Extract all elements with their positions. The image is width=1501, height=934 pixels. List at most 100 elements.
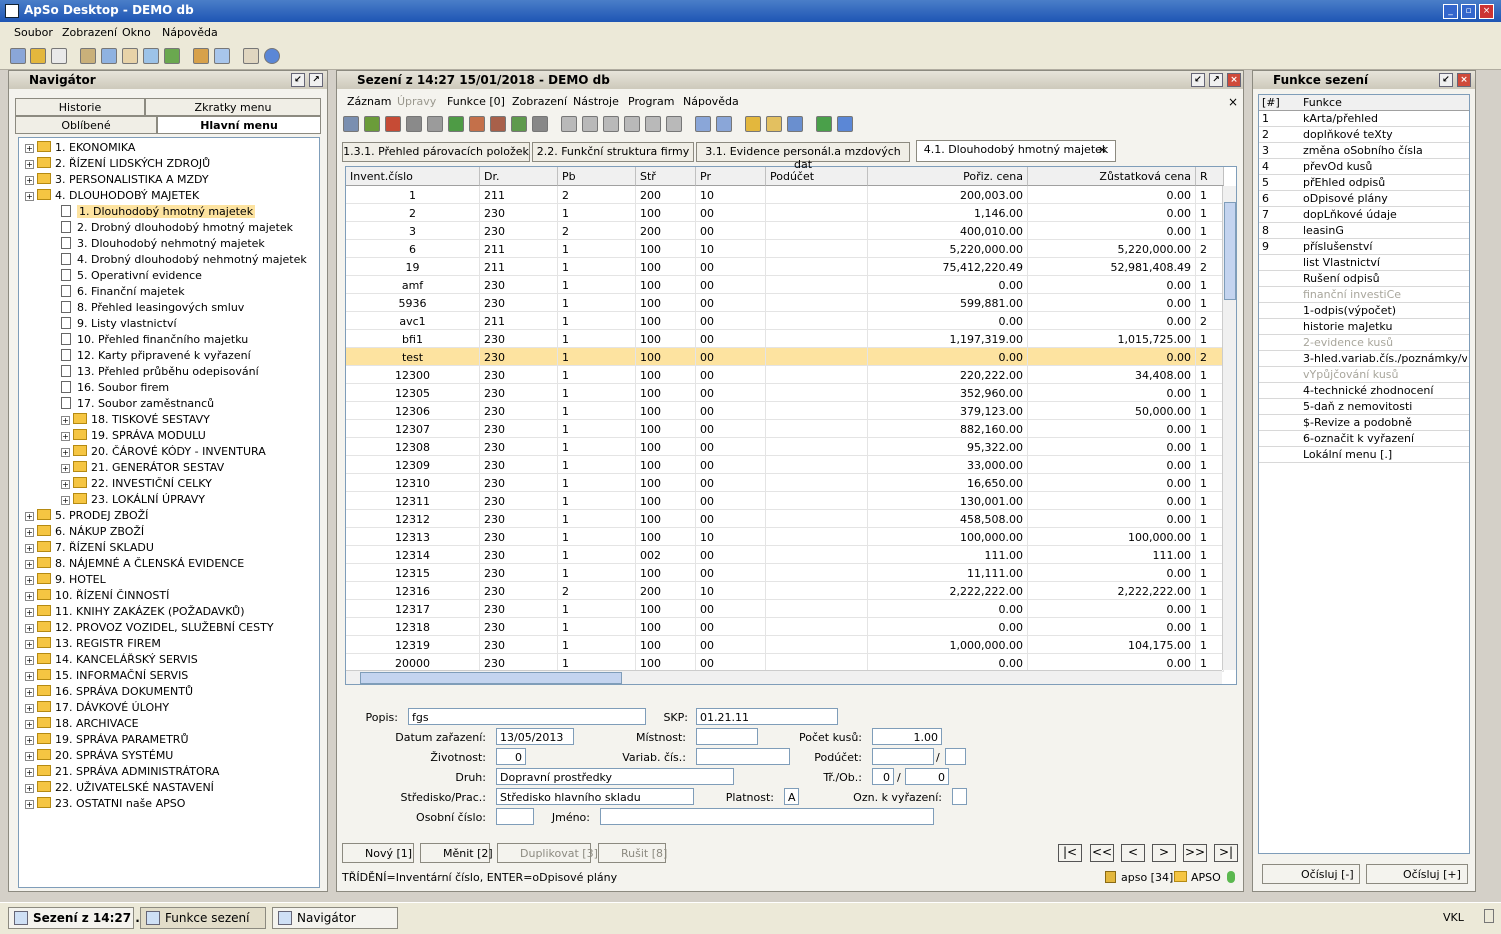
function-item[interactable]: list Vlastnictví	[1259, 255, 1469, 271]
expand-icon[interactable]: +	[25, 624, 34, 633]
toolbar-action-icon[interactable]	[343, 116, 359, 132]
table-row[interactable]: 12319 230 1 100 00 1,000,000.00 104,175.00 1	[346, 636, 1224, 654]
close-icon[interactable]: ×	[1479, 4, 1494, 19]
column-header[interactable]: Zůstatková cena	[1028, 167, 1196, 186]
toolbar-action-icon[interactable]	[816, 116, 832, 132]
function-item[interactable]: 5-daň z nemovitosti	[1259, 399, 1469, 415]
function-item[interactable]: historie maJetku	[1259, 319, 1469, 335]
tab-zkratky-menu[interactable]: Zkratky menu	[145, 98, 321, 116]
tree-item[interactable]: +19. SPRÁVA PARAMETRŮ	[25, 733, 189, 749]
toolbar-action-icon[interactable]	[624, 116, 640, 132]
toolbar-action-icon[interactable]	[695, 116, 711, 132]
edit-icon[interactable]	[243, 48, 259, 64]
ocisluj-plus-button[interactable]: Očísluj [+]	[1366, 864, 1468, 884]
tree-item[interactable]: 1. Dlouhodobý hmotný majetek	[61, 205, 256, 221]
tree-item[interactable]: +10. ŘÍZENÍ ČINNOSTÍ	[25, 589, 169, 605]
tree-item[interactable]: +4. DLOUHODOBÝ MAJETEK	[25, 189, 199, 205]
table-row[interactable]: 2 230 1 100 00 1,146.00 0.00 1	[346, 204, 1224, 222]
tree-item[interactable]: +8. NÁJEMNÉ A ČLENSKÁ EVIDENCE	[25, 557, 244, 573]
expand-icon[interactable]: +	[25, 640, 34, 649]
connect-icon[interactable]	[10, 48, 26, 64]
users-icon[interactable]	[101, 48, 117, 64]
expand-icon[interactable]: +	[25, 176, 34, 185]
toolbar-action-icon[interactable]	[511, 116, 527, 132]
toolbar-action-icon[interactable]	[532, 116, 548, 132]
help-icon[interactable]	[264, 48, 280, 64]
close-icon[interactable]: ×	[1457, 73, 1471, 87]
minimize-icon[interactable]: ↙	[1191, 73, 1205, 87]
table-row[interactable]: 12314 230 1 002 00 111.00 111.00 1	[346, 546, 1224, 564]
tree-item[interactable]: +9. HOTEL	[25, 573, 106, 589]
expand-icon[interactable]: +	[25, 768, 34, 777]
minimize-icon[interactable]: ↙	[1439, 73, 1453, 87]
tree-item[interactable]: +17. DÁVKOVÉ ÚLOHY	[25, 701, 169, 717]
function-item[interactable]: 9 příslušenství	[1259, 239, 1469, 255]
last-record-button[interactable]: >|	[1214, 844, 1238, 862]
tree-item[interactable]: +23. LOKÁLNÍ ÚPRAVY	[61, 493, 205, 509]
expand-icon[interactable]: +	[25, 784, 34, 793]
table-row[interactable]: 19 211 1 100 00 75,412,220.49 52,981,408.49 2	[346, 258, 1224, 276]
session-tab[interactable]: 1.3.1. Přehled párovacích položek	[342, 142, 530, 162]
menu-okno[interactable]: Okno	[122, 26, 151, 39]
function-item[interactable]: 2-evidence kusů	[1259, 335, 1469, 351]
table-row[interactable]: 12318 230 1 100 00 0.00 0.00 1	[346, 618, 1224, 636]
expand-icon[interactable]: +	[61, 448, 70, 457]
tree-item[interactable]: +16. SPRÁVA DOKUMENTŮ	[25, 685, 193, 701]
tree-item[interactable]: +7. ŘÍZENÍ SKLADU	[25, 541, 154, 557]
table-row[interactable]: test 230 1 100 00 0.00 0.00 2	[346, 348, 1224, 366]
tab-close-icon[interactable]: ×	[1098, 143, 1107, 156]
expand-icon[interactable]: +	[61, 464, 70, 473]
function-item[interactable]: 1-odpis(výpočet)	[1259, 303, 1469, 319]
tree-item[interactable]: +21. SPRÁVA ADMINISTRÁTORA	[25, 765, 219, 781]
table-row[interactable]: bfi1 230 1 100 00 1,197,319.00 1,015,725.00 1	[346, 330, 1224, 348]
table-row[interactable]: 12307 230 1 100 00 882,160.00 0.00 1	[346, 420, 1224, 438]
novy-button[interactable]: Nový [1]	[342, 843, 414, 863]
calendar-icon[interactable]	[122, 48, 138, 64]
table-row[interactable]: 1 211 2 200 10 200,003.00 0.00 1	[346, 186, 1224, 204]
session-menu-item[interactable]: Nápověda	[683, 95, 739, 108]
tree-item[interactable]: 17. Soubor zaměstnanců	[61, 397, 214, 413]
expand-icon[interactable]: +	[25, 736, 34, 745]
expand-icon[interactable]: +	[25, 560, 34, 569]
tree-item[interactable]: 2. Drobný dlouhodobý hmotný majetek	[61, 221, 293, 237]
toolbar-action-icon[interactable]	[582, 116, 598, 132]
tree-item[interactable]: +18. ARCHIVACE	[25, 717, 139, 733]
column-header[interactable]: Pořiz. cena	[868, 167, 1028, 186]
popis-field[interactable]: fgs	[408, 708, 646, 725]
tree-item[interactable]: +1. EKONOMIKA	[25, 141, 135, 157]
function-item[interactable]: 7 dopLňkové údaje	[1259, 207, 1469, 223]
datum-field[interactable]: 13/05/2013	[496, 728, 574, 745]
expand-icon[interactable]: +	[25, 544, 34, 553]
navigator-tree[interactable]: +1. EKONOMIKA +2. ŘÍZENÍ LIDSKÝCH ZDROJŮ +…	[18, 137, 320, 888]
table-row[interactable]: 12317 230 1 100 00 0.00 0.00 1	[346, 600, 1224, 618]
expand-icon[interactable]: +	[61, 496, 70, 505]
table-row[interactable]: 6 211 1 100 10 5,220,000.00 5,220,000.00 2	[346, 240, 1224, 258]
tree-item[interactable]: 5. Operativní evidence	[61, 269, 202, 285]
expand-icon[interactable]: +	[25, 160, 34, 169]
horizontal-scrollbar[interactable]	[346, 670, 1222, 684]
tree-item[interactable]: +13. REGISTR FIREM	[25, 637, 161, 653]
tree-item[interactable]: +5. PRODEJ ZBOŽÍ	[25, 509, 148, 525]
tree-item[interactable]: 13. Přehled průběhu odepisování	[61, 365, 259, 381]
tree-item[interactable]: +2. ŘÍZENÍ LIDSKÝCH ZDROJŮ	[25, 157, 210, 173]
arrow-icon[interactable]	[164, 48, 180, 64]
table-row[interactable]: 12313 230 1 100 10 100,000.00 100,000.00 1	[346, 528, 1224, 546]
rusit-button[interactable]: Rušit [8]	[598, 843, 667, 863]
table-row[interactable]: avc1 211 1 100 00 0.00 0.00 2	[346, 312, 1224, 330]
table-row[interactable]: amf 230 1 100 00 0.00 0.00 1	[346, 276, 1224, 294]
lock-icon[interactable]	[30, 48, 46, 64]
vertical-scrollbar[interactable]	[1222, 186, 1236, 670]
toolbar-action-icon[interactable]	[766, 116, 782, 132]
tree-item[interactable]: +11. KNIHY ZAKÁZEK (POŽADAVKŮ)	[25, 605, 245, 621]
tree-item[interactable]: +14. KANCELÁŘSKÝ SERVIS	[25, 653, 198, 669]
toolbar-action-icon[interactable]	[603, 116, 619, 132]
toolbar-action-icon[interactable]	[561, 116, 577, 132]
toolbar-action-icon[interactable]	[716, 116, 732, 132]
tab-hlavni-menu[interactable]: Hlavní menu	[157, 116, 321, 134]
expand-icon[interactable]: +	[25, 608, 34, 617]
function-item[interactable]: 3 změna oSobního čísla	[1259, 143, 1469, 159]
task-funkce-sezeni[interactable]: Funkce sezení	[140, 907, 266, 929]
variab-field[interactable]	[696, 748, 790, 765]
minimize-icon[interactable]: _	[1443, 4, 1458, 19]
checklist-icon[interactable]	[51, 48, 67, 64]
